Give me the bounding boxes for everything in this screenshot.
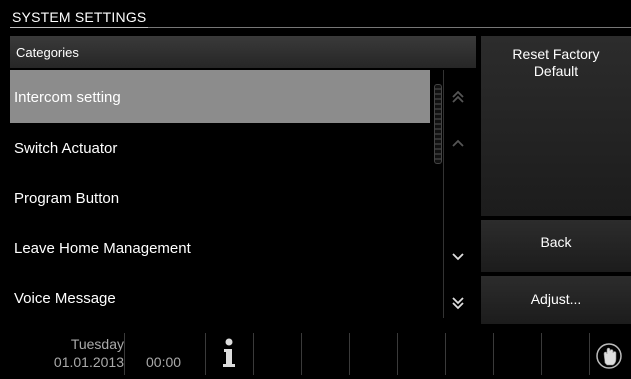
- status-time: 00:00: [146, 354, 182, 370]
- status-bar: Tuesday 01.01.2013 00:00: [0, 327, 631, 379]
- double-chevron-down-icon[interactable]: [446, 294, 470, 318]
- chevron-up-icon[interactable]: [446, 132, 470, 156]
- title-divider: [148, 27, 631, 28]
- list-item-label: Voice Message: [14, 290, 116, 307]
- status-divider: [445, 333, 446, 375]
- status-divider: [541, 333, 542, 375]
- list-item-switch-actuator[interactable]: Switch Actuator: [10, 123, 430, 173]
- page-title: SYSTEM SETTINGS: [12, 9, 147, 25]
- status-day: Tuesday: [70, 336, 124, 352]
- categories-header-label: Categories: [16, 45, 79, 60]
- list-item-label: Intercom setting: [14, 89, 121, 106]
- status-divider: [124, 333, 125, 375]
- status-divider: [301, 333, 302, 375]
- adjust-button[interactable]: Adjust...: [481, 276, 631, 324]
- list-item-program-button[interactable]: Program Button: [10, 173, 430, 223]
- scrollbar[interactable]: [434, 84, 442, 164]
- list-item-voice-message[interactable]: Voice Message: [10, 273, 430, 323]
- status-divider: [349, 333, 350, 375]
- double-chevron-up-icon[interactable]: [446, 88, 470, 112]
- back-label: Back: [540, 234, 572, 250]
- info-icon[interactable]: [218, 337, 240, 369]
- list-item-label: Leave Home Management: [14, 240, 191, 257]
- chevron-down-icon[interactable]: [446, 246, 470, 270]
- back-button[interactable]: Back: [481, 220, 631, 272]
- list-item-label: Program Button: [14, 190, 120, 207]
- categories-list: Intercom setting Switch Actuator Program…: [10, 70, 476, 325]
- adjust-label: Adjust...: [530, 291, 582, 307]
- title-bar: SYSTEM SETTINGS: [0, 0, 631, 30]
- scroll-column-divider: [443, 70, 444, 318]
- title-underline: [10, 27, 148, 28]
- status-divider: [589, 333, 590, 375]
- reset-factory-default-button[interactable]: Reset Factory Default: [481, 36, 631, 216]
- list-item-label: Switch Actuator: [14, 140, 118, 157]
- list-item-leave-home-management[interactable]: Leave Home Management: [10, 223, 430, 273]
- status-divider: [205, 333, 206, 375]
- categories-header: Categories: [10, 36, 476, 68]
- hand-icon[interactable]: [596, 341, 622, 371]
- status-divider: [397, 333, 398, 375]
- list-item-intercom-setting[interactable]: Intercom setting: [10, 70, 430, 123]
- status-date-value: 01.01.2013: [53, 354, 124, 370]
- reset-factory-default-label: Reset Factory Default: [512, 46, 600, 79]
- status-divider: [253, 333, 254, 375]
- status-divider: [493, 333, 494, 375]
- status-date: Tuesday 01.01.2013: [24, 335, 124, 371]
